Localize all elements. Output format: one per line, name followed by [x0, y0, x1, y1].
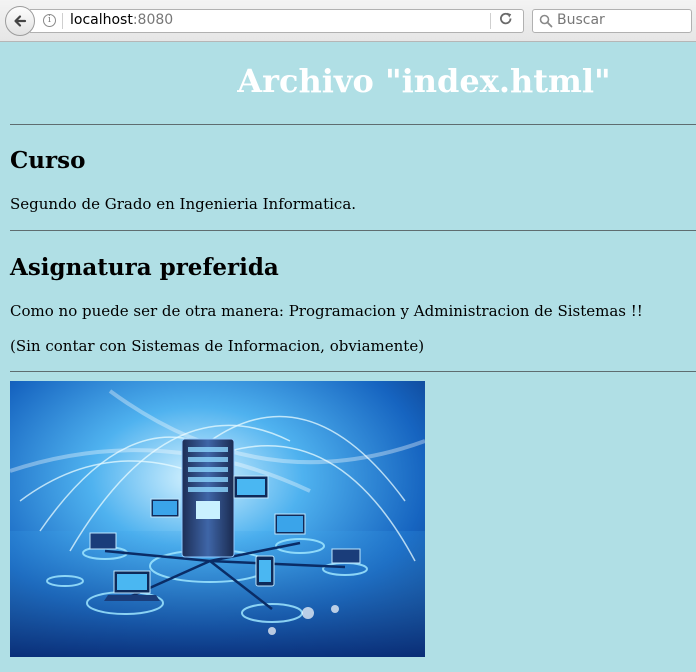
info-icon[interactable]: i — [43, 14, 56, 27]
url-host: localhost — [70, 12, 133, 28]
search-icon — [539, 14, 553, 28]
asignatura-text: Como no puede ser de otra manera: Progra… — [10, 302, 643, 320]
reload-icon-glyph — [500, 12, 512, 25]
reload-divider — [490, 13, 491, 29]
page-title: Archivo "index.html" — [237, 62, 611, 100]
url-divider — [62, 13, 63, 29]
search-placeholder[interactable]: Buscar — [557, 12, 605, 28]
url-text[interactable]: localhost:8080 — [70, 12, 173, 28]
section-heading-curso: Curso — [10, 147, 86, 174]
divider-2 — [10, 230, 696, 231]
reload-icon[interactable] — [498, 12, 514, 30]
curso-text: Segundo de Grado en Ingenieria Informati… — [10, 195, 357, 213]
back-button[interactable] — [5, 6, 35, 36]
asignatura-note: (Sin contar con Sistemas de Informacion,… — [10, 337, 425, 355]
search-bar[interactable]: Buscar — [532, 9, 692, 33]
url-port: :8080 — [132, 12, 174, 28]
back-arrow-icon — [14, 15, 27, 27]
browser-toolbar: i localhost:8080 Buscar — [0, 0, 696, 42]
address-bar[interactable]: i localhost:8080 — [30, 9, 524, 33]
divider-1 — [10, 124, 696, 125]
divider-3 — [10, 371, 696, 372]
network-illustration-image — [10, 381, 425, 657]
section-heading-asignatura: Asignatura preferida — [10, 254, 279, 281]
